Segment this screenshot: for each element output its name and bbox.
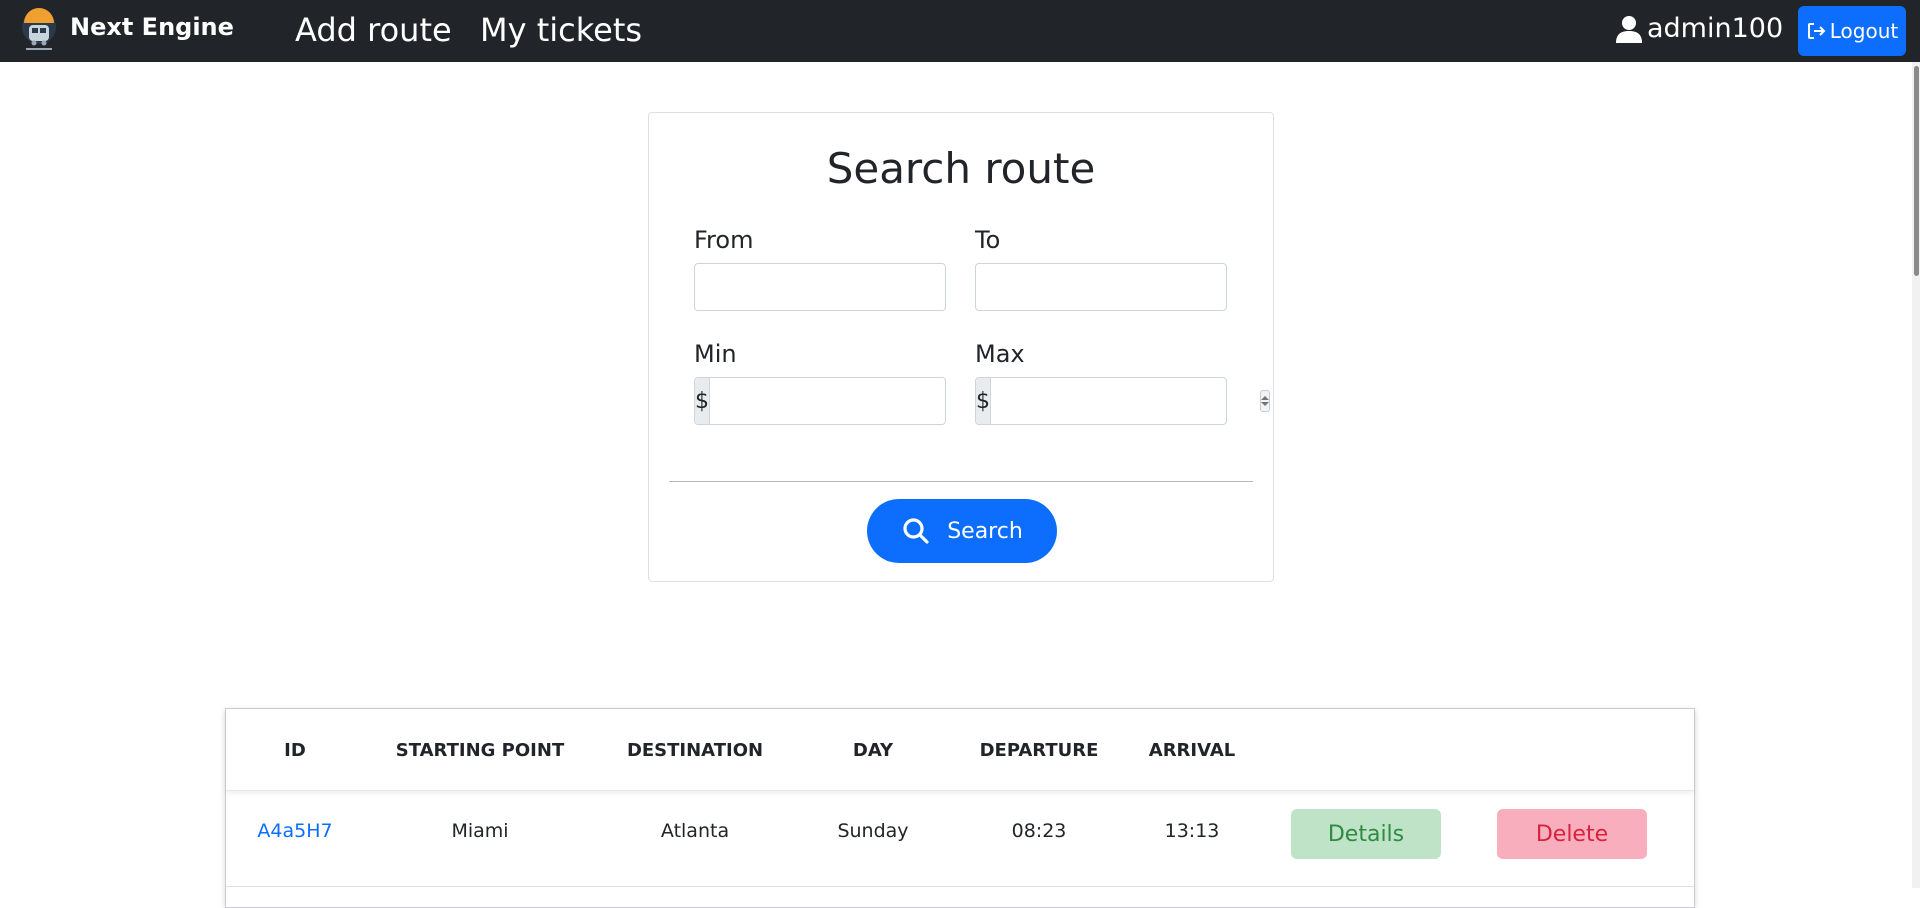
brand-name[interactable]: Next Engine bbox=[70, 12, 234, 42]
from-input[interactable] bbox=[694, 263, 946, 311]
max-price-input[interactable] bbox=[991, 378, 1260, 424]
to-label: To bbox=[975, 226, 1001, 254]
nav-my-tickets[interactable]: My tickets bbox=[480, 10, 642, 50]
search-button[interactable]: Search bbox=[867, 499, 1057, 563]
max-price-stepper[interactable] bbox=[1260, 390, 1270, 412]
delete-button[interactable]: Delete bbox=[1497, 809, 1647, 859]
header-destination: DESTINATION bbox=[626, 740, 764, 761]
max-currency-addon: $ bbox=[976, 378, 991, 424]
route-id-link[interactable]: A4a5H7 bbox=[257, 819, 332, 843]
cell-departure: 08:23 bbox=[1011, 820, 1067, 842]
from-label: From bbox=[694, 226, 754, 254]
max-label: Max bbox=[975, 340, 1025, 368]
search-button-label: Search bbox=[947, 518, 1023, 544]
cell-starting-point: Miami bbox=[451, 820, 509, 842]
search-card: Search route From To Min $ Max $ Search bbox=[648, 112, 1274, 582]
routes-table: ID STARTING POINT DESTINATION DAY DEPART… bbox=[225, 708, 1695, 908]
card-divider bbox=[669, 481, 1253, 482]
min-price-group: $ bbox=[694, 377, 989, 425]
max-price-group: $ bbox=[975, 377, 1270, 425]
header-id: ID bbox=[284, 740, 306, 761]
nav-add-route[interactable]: Add route bbox=[295, 10, 452, 50]
page-scrollbar-thumb[interactable] bbox=[1914, 66, 1919, 276]
header-arrival: ARRIVAL bbox=[1148, 740, 1236, 761]
brand-logo-icon[interactable] bbox=[20, 5, 58, 55]
header-day: DAY bbox=[852, 740, 894, 761]
cell-arrival: 13:13 bbox=[1164, 820, 1220, 842]
min-label: Min bbox=[694, 340, 737, 368]
header-departure: DEPARTURE bbox=[979, 740, 1099, 761]
min-currency-addon: $ bbox=[695, 378, 710, 424]
username[interactable]: admin100 bbox=[1647, 11, 1783, 47]
header-starting-point: STARTING POINT bbox=[395, 740, 565, 761]
navbar: Next Engine Add route My tickets admin10… bbox=[0, 0, 1920, 62]
details-button[interactable]: Details bbox=[1291, 809, 1441, 859]
table-header: ID STARTING POINT DESTINATION DAY DEPART… bbox=[226, 709, 1694, 791]
logout-label: Logout bbox=[1829, 19, 1899, 43]
cell-destination: Atlanta bbox=[660, 820, 730, 842]
logout-button[interactable]: Logout bbox=[1798, 6, 1906, 56]
user-icon bbox=[1616, 16, 1642, 43]
search-title: Search route bbox=[826, 144, 1096, 193]
min-price-input[interactable] bbox=[710, 378, 979, 424]
logout-icon bbox=[1807, 23, 1826, 39]
to-input[interactable] bbox=[975, 263, 1227, 311]
search-icon bbox=[903, 518, 929, 544]
cell-day: Sunday bbox=[837, 820, 909, 842]
table-row: A4a5H7 Miami Atlanta Sunday 08:23 13:13 … bbox=[226, 791, 1694, 887]
